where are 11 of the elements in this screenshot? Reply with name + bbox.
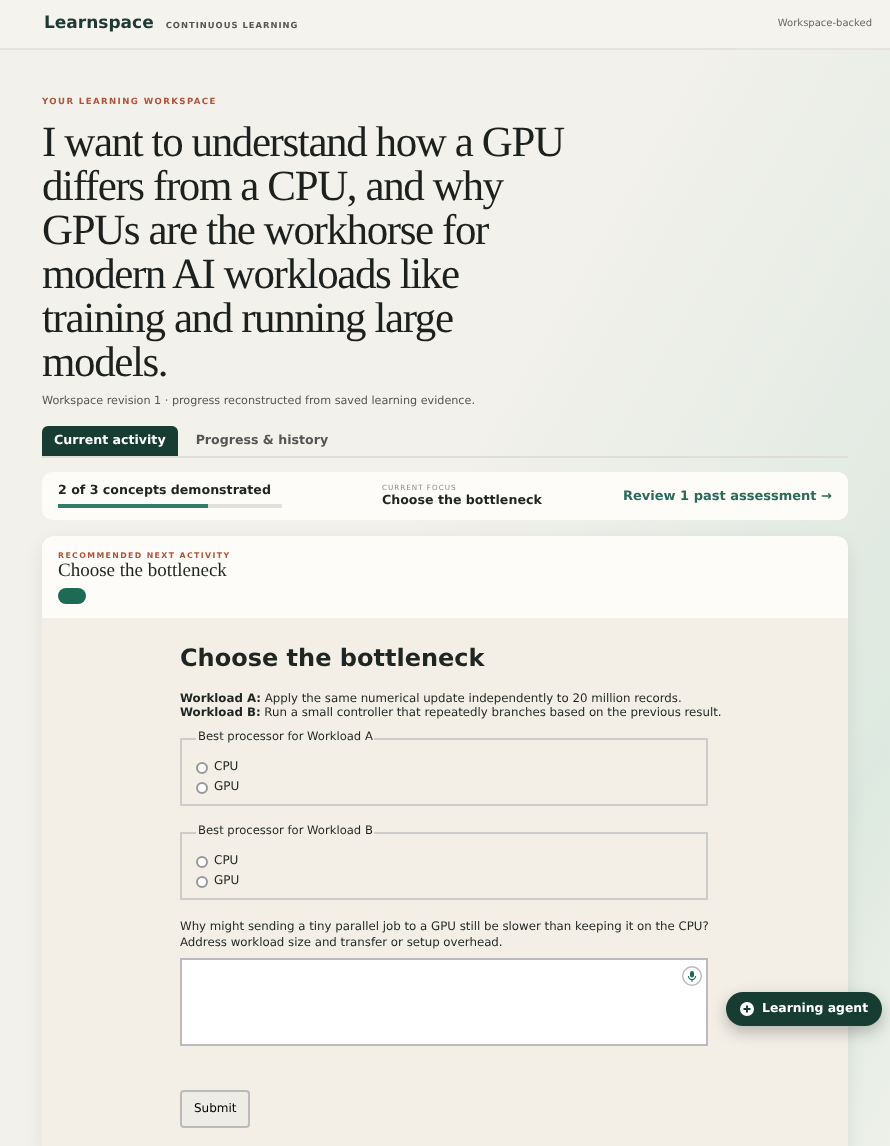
page-title: I want to understand how a GPU differs from a CPU, and why GPUs are the workhorse for modern AI workloads like training and running large models. bbox=[42, 120, 567, 384]
microphone-icon[interactable] bbox=[682, 965, 702, 986]
radio-button[interactable] bbox=[196, 855, 208, 867]
exercise-heading: Choose the bottleneck bbox=[180, 644, 487, 672]
activity-title: Choose the bottleneck bbox=[58, 562, 229, 582]
plus-icon bbox=[740, 1002, 754, 1016]
status-pill bbox=[58, 588, 86, 604]
radio-button[interactable] bbox=[196, 761, 208, 773]
radio-button[interactable] bbox=[196, 781, 208, 793]
radio-button[interactable] bbox=[196, 875, 208, 887]
brand-name[interactable]: Learnspace bbox=[44, 14, 154, 34]
